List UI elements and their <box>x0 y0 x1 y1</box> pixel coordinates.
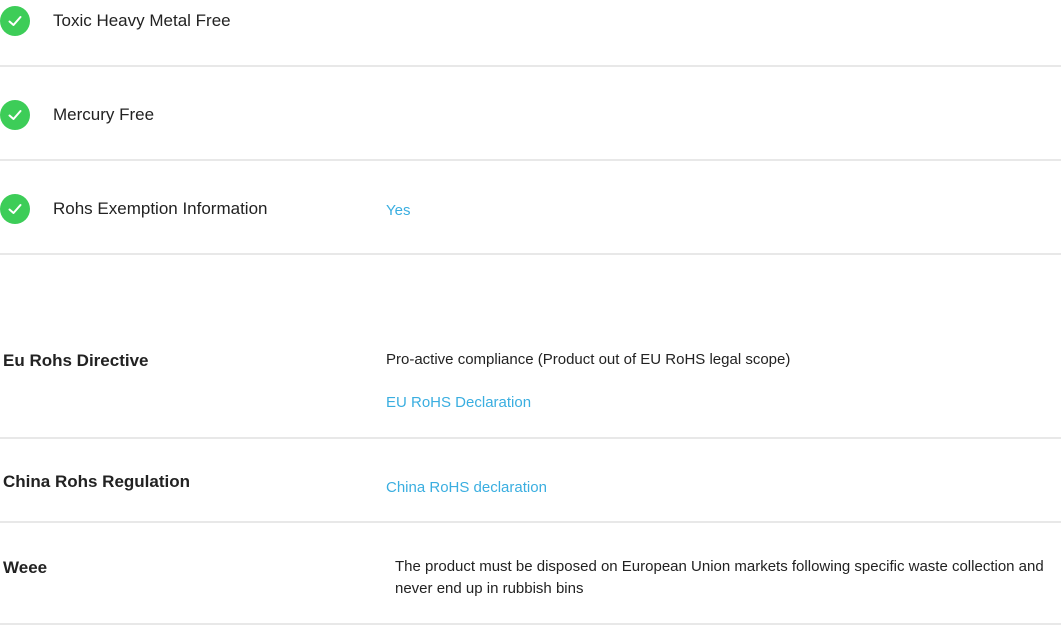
divider <box>0 437 1061 439</box>
divider <box>0 65 1061 67</box>
divider <box>0 159 1061 161</box>
weee-label: Weee <box>3 558 48 577</box>
feature-label-rohs-exemption-information: Rohs Exemption Information <box>53 199 268 218</box>
check-circle-icon <box>0 6 30 36</box>
divider <box>0 623 1061 625</box>
feature-label-mercury-free: Mercury Free <box>53 105 155 124</box>
divider <box>0 521 1061 523</box>
china-rohs-regulation-label: China Rohs Regulation <box>3 472 190 491</box>
check-circle-icon <box>0 194 30 224</box>
china-rohs-declaration-link[interactable]: China RoHS declaration <box>386 479 547 496</box>
eu-rohs-directive-text: Pro-active compliance (Product out of EU… <box>386 351 791 368</box>
eu-rohs-declaration-link[interactable]: EU RoHS Declaration <box>386 394 531 411</box>
check-circle-icon <box>0 100 30 130</box>
weee-text: The product must be disposed on European… <box>395 558 1044 597</box>
eu-rohs-directive-label: Eu Rohs Directive <box>3 351 149 370</box>
divider <box>0 253 1061 255</box>
feature-label-toxic-heavy-metal-free: Toxic Heavy Metal Free <box>53 11 231 30</box>
rohs-exemption-value-link[interactable]: Yes <box>386 202 410 219</box>
